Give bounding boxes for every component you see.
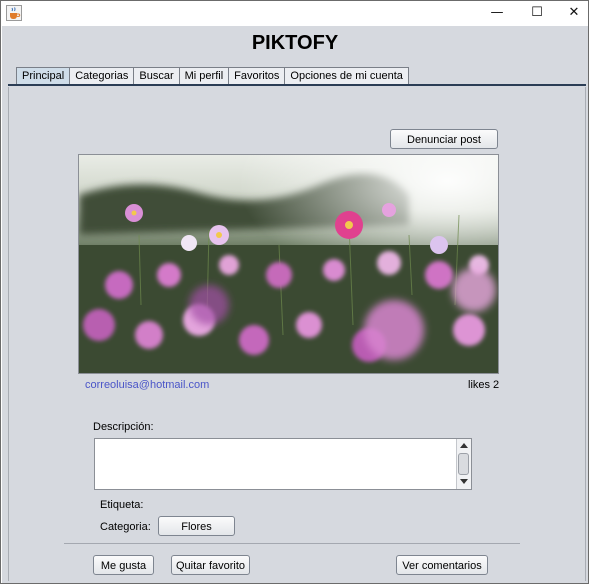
tab-principal[interactable]: Principal: [16, 67, 71, 85]
report-post-button[interactable]: Denunciar post: [390, 129, 498, 149]
tab-mi-perfil[interactable]: Mi perfil: [178, 67, 230, 85]
description-value: [95, 439, 471, 445]
maximize-button[interactable]: ☐: [517, 1, 557, 25]
description-label: Descripción:: [93, 421, 154, 433]
likes-count: 2: [493, 379, 500, 391]
tab-bar: Principal Categorias Buscar Mi perfil Fa…: [16, 67, 409, 85]
scroll-up-icon[interactable]: [460, 443, 468, 448]
tab-divider: [8, 84, 586, 86]
title-bar[interactable]: — ☐ ✕: [1, 1, 588, 25]
tag-label: Etiqueta:: [100, 499, 144, 511]
like-button[interactable]: Me gusta: [93, 555, 154, 575]
description-textarea[interactable]: [94, 438, 472, 490]
app-window: — ☐ ✕ PIKTOFY Principal Categorias Busca…: [0, 0, 589, 584]
category-button[interactable]: Flores: [158, 516, 235, 536]
author-email[interactable]: correoluisa@hotmail.com: [85, 379, 209, 391]
close-button[interactable]: ✕: [554, 1, 589, 25]
unfavorite-button[interactable]: Quitar favorito: [171, 555, 250, 575]
main-content: PIKTOFY Principal Categorias Buscar Mi p…: [2, 26, 588, 583]
likes-label: likes: [468, 379, 491, 391]
category-label: Categoria:: [100, 521, 151, 533]
tab-opciones-cuenta[interactable]: Opciones de mi cuenta: [284, 67, 409, 85]
scroll-thumb[interactable]: [458, 453, 469, 475]
tab-buscar[interactable]: Buscar: [133, 67, 180, 85]
tab-favoritos[interactable]: Favoritos: [228, 67, 286, 85]
view-comments-button[interactable]: Ver comentarios: [396, 555, 488, 575]
app-title: PIKTOFY: [251, 32, 339, 54]
java-cup-icon: [6, 5, 22, 21]
flowers-photo: [79, 155, 498, 373]
tab-categorias[interactable]: Categorias: [69, 67, 135, 85]
minimize-button[interactable]: —: [477, 1, 517, 25]
description-scrollbar[interactable]: [456, 439, 471, 489]
scroll-down-icon[interactable]: [460, 479, 468, 484]
separator: [64, 543, 520, 544]
post-image: [78, 154, 499, 374]
